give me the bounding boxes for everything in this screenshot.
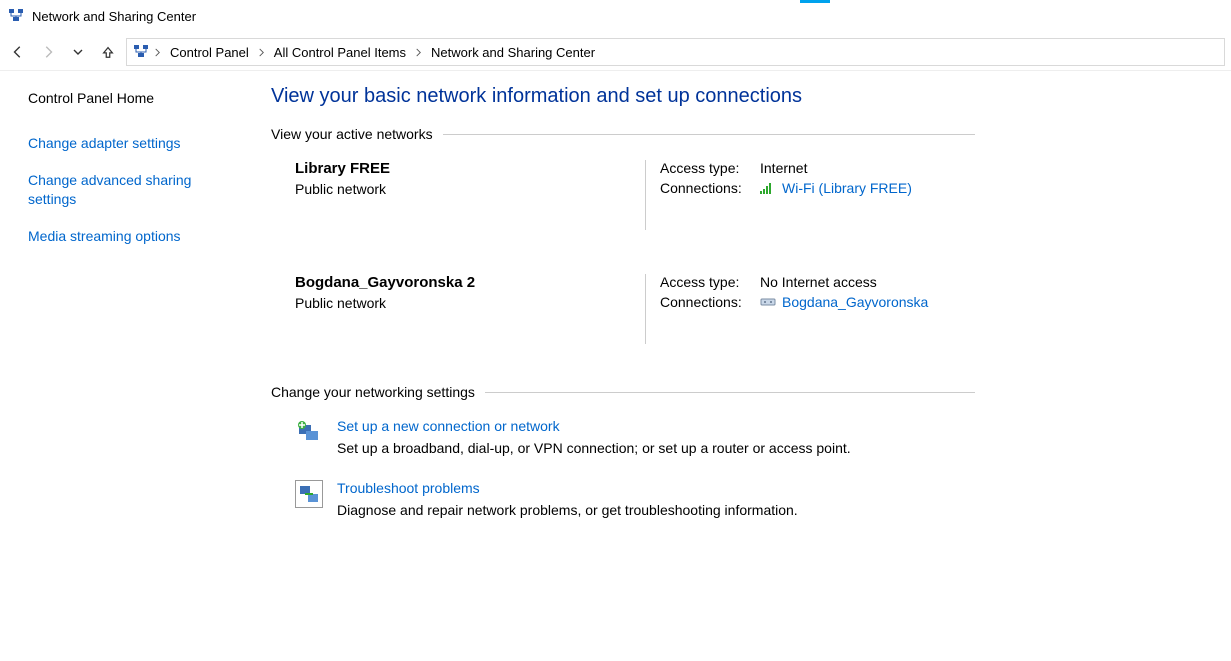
access-type-label: Access type: <box>660 274 760 290</box>
control-panel-home-link[interactable]: Control Panel Home <box>28 89 243 108</box>
setup-connection-item[interactable]: Set up a new connection or network Set u… <box>295 418 975 456</box>
network-name: Bogdana_Gayvoronska 2 <box>295 274 645 291</box>
connections-label: Connections: <box>660 294 760 310</box>
sidebar: Control Panel Home Change adapter settin… <box>0 71 255 562</box>
address-bar: Control Panel All Control Panel Items Ne… <box>0 34 1231 70</box>
change-advanced-sharing-link[interactable]: Change advanced sharing settings <box>28 171 243 209</box>
divider <box>443 134 975 135</box>
wifi-signal-icon <box>760 182 776 194</box>
change-adapter-settings-link[interactable]: Change adapter settings <box>28 134 243 153</box>
accent-bar <box>800 0 830 3</box>
ethernet-icon <box>760 296 776 308</box>
troubleshoot-icon <box>295 480 323 508</box>
network-name: Library FREE <box>295 160 645 177</box>
content-area: View your basic network information and … <box>255 71 995 562</box>
access-type-value: Internet <box>760 160 807 176</box>
network-category: Public network <box>295 295 645 311</box>
network-center-icon <box>133 43 149 62</box>
setting-title: Troubleshoot problems <box>337 480 798 496</box>
network-center-icon <box>8 7 24 26</box>
divider <box>485 392 975 393</box>
network-entry: Bogdana_Gayvoronska 2 Public network Acc… <box>295 274 975 344</box>
active-networks-header: View your active networks <box>271 126 975 142</box>
connections-label: Connections: <box>660 180 760 196</box>
setting-description: Diagnose and repair network problems, or… <box>337 502 798 518</box>
change-settings-header: Change your networking settings <box>271 384 975 400</box>
breadcrumb-item[interactable]: Control Panel <box>166 43 253 62</box>
media-streaming-options-link[interactable]: Media streaming options <box>28 227 243 246</box>
chevron-right-icon <box>257 44 266 60</box>
page-title: View your basic network information and … <box>271 85 975 108</box>
recent-locations-dropdown[interactable] <box>66 40 90 64</box>
breadcrumb-item[interactable]: All Control Panel Items <box>270 43 410 62</box>
connection-link[interactable]: Bogdana_Gayvoronska <box>782 294 928 310</box>
chevron-right-icon <box>414 44 423 60</box>
section-label: Change your networking settings <box>271 384 475 400</box>
chevron-right-icon <box>153 44 162 60</box>
network-category: Public network <box>295 181 645 197</box>
forward-button[interactable] <box>36 40 60 64</box>
up-button[interactable] <box>96 40 120 64</box>
troubleshoot-item[interactable]: Troubleshoot problems Diagnose and repai… <box>295 480 975 518</box>
setting-description: Set up a broadband, dial-up, or VPN conn… <box>337 440 851 456</box>
window-title: Network and Sharing Center <box>32 9 196 24</box>
setting-title: Set up a new connection or network <box>337 418 851 434</box>
back-button[interactable] <box>6 40 30 64</box>
address-field[interactable]: Control Panel All Control Panel Items Ne… <box>126 38 1225 66</box>
access-type-value: No Internet access <box>760 274 877 290</box>
access-type-label: Access type: <box>660 160 760 176</box>
connection-link[interactable]: Wi-Fi (Library FREE) <box>782 180 912 196</box>
new-connection-icon <box>295 418 323 446</box>
titlebar: Network and Sharing Center <box>0 0 1231 34</box>
breadcrumb-item[interactable]: Network and Sharing Center <box>427 43 599 62</box>
network-entry: Library FREE Public network Access type:… <box>295 160 975 230</box>
section-label: View your active networks <box>271 126 433 142</box>
